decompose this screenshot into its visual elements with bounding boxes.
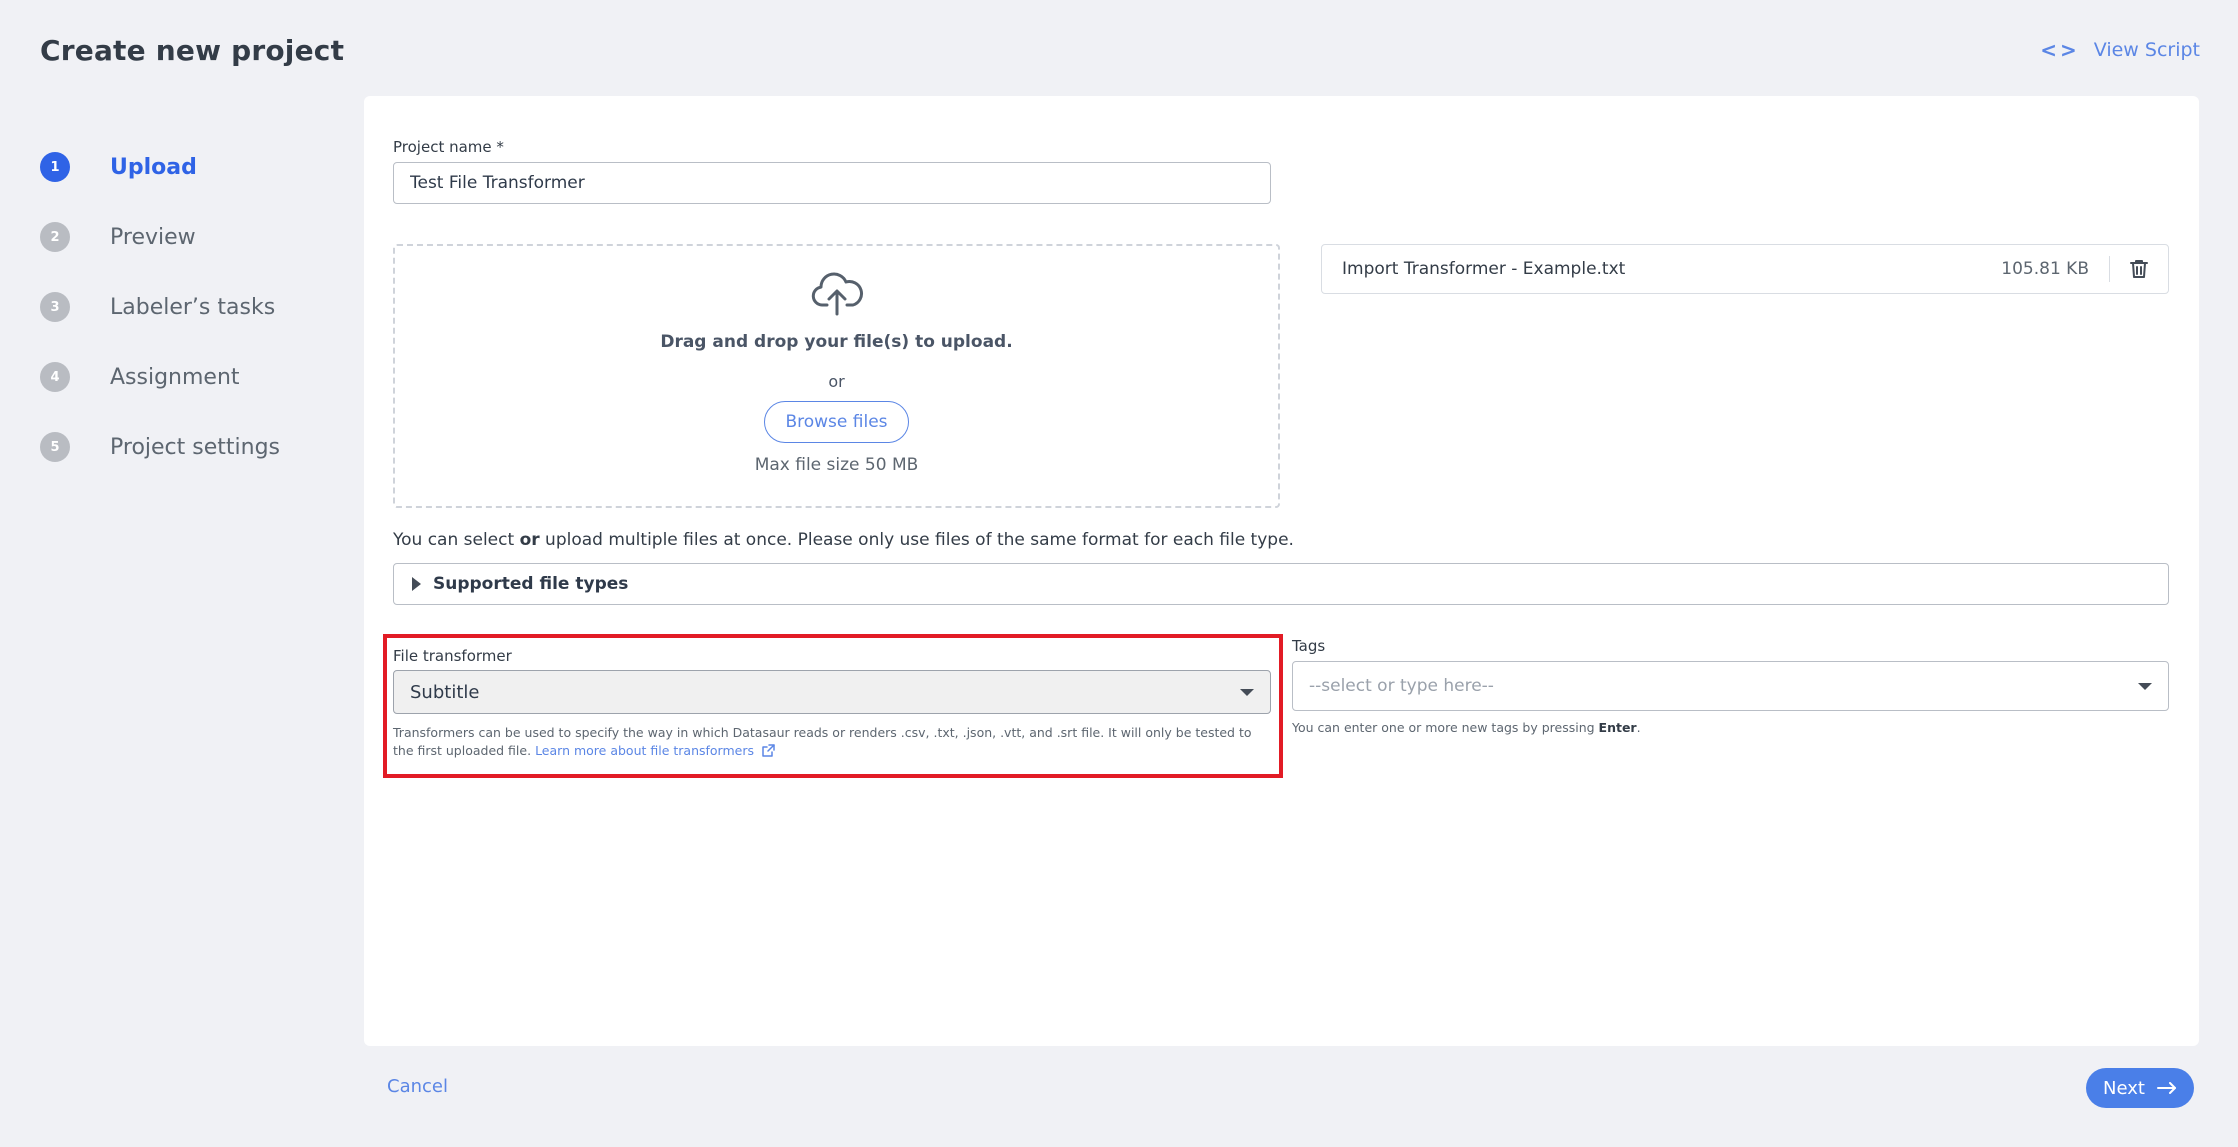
arrow-right-icon <box>2156 1082 2176 1094</box>
caret-down-icon <box>2138 682 2152 690</box>
step-upload[interactable]: 1 Upload <box>40 132 280 202</box>
supported-file-types-toggle[interactable]: Supported file types <box>393 563 2169 605</box>
page-title: Create new project <box>40 34 345 67</box>
tags-label: Tags <box>1292 637 1326 655</box>
trash-icon[interactable] <box>2130 259 2148 279</box>
view-script-label: View Script <box>2093 39 2200 61</box>
max-file-size: Max file size 50 MB <box>754 455 919 475</box>
file-transformer-help: Transformers can be used to specify the … <box>393 724 1271 762</box>
caret-down-icon <box>1240 688 1254 696</box>
learn-more-link[interactable]: Learn more about file transformers <box>535 743 775 758</box>
file-transformer-help-text: Transformers can be used to specify the … <box>393 725 1252 758</box>
code-icon: <> <box>2040 38 2080 62</box>
step-number: 2 <box>40 222 70 252</box>
divider <box>2109 256 2110 282</box>
file-dropzone[interactable]: Drag and drop your file(s) to upload. or… <box>393 244 1280 508</box>
upload-card: Project name * Drag and drop your file(s… <box>364 96 2199 1046</box>
step-label: Preview <box>110 224 196 250</box>
cloud-upload-icon <box>810 272 864 320</box>
step-label: Upload <box>110 154 197 180</box>
step-preview[interactable]: 2 Preview <box>40 202 280 272</box>
tags-placeholder: --select or type here-- <box>1309 676 1494 696</box>
external-link-icon <box>762 744 775 762</box>
dropzone-title: Drag and drop your file(s) to upload. <box>660 332 1013 352</box>
uploaded-file-item: Import Transformer - Example.txt 105.81 … <box>1321 244 2169 294</box>
step-label: Assignment <box>110 364 240 390</box>
step-label: Project settings <box>110 434 280 460</box>
file-name: Import Transformer - Example.txt <box>1342 259 1626 279</box>
step-number: 5 <box>40 432 70 462</box>
cancel-button[interactable]: Cancel <box>387 1076 448 1097</box>
file-size: 105.81 KB <box>2001 259 2089 279</box>
project-name-label: Project name * <box>393 138 504 156</box>
tags-select[interactable]: --select or type here-- <box>1292 661 2169 711</box>
view-script-link[interactable]: <> View Script <box>2040 38 2200 62</box>
file-transformer-label: File transformer <box>393 647 512 665</box>
step-label: Labeler’s tasks <box>110 294 276 320</box>
step-assignment[interactable]: 4 Assignment <box>40 342 280 412</box>
next-button[interactable]: Next <box>2086 1068 2194 1108</box>
step-number: 3 <box>40 292 70 322</box>
stepper: 1 Upload 2 Preview 3 Labeler’s tasks 4 A… <box>40 132 280 482</box>
supported-file-types-label: Supported file types <box>433 574 629 594</box>
step-number: 1 <box>40 152 70 182</box>
step-project-settings[interactable]: 5 Project settings <box>40 412 280 482</box>
caret-right-icon <box>412 577 421 591</box>
browse-files-button[interactable]: Browse files <box>764 401 909 443</box>
step-labelers-tasks[interactable]: 3 Labeler’s tasks <box>40 272 280 342</box>
step-number: 4 <box>40 362 70 392</box>
file-transformer-value: Subtitle <box>410 681 480 703</box>
next-label: Next <box>2103 1077 2145 1099</box>
project-name-input[interactable] <box>393 162 1271 204</box>
dropzone-or: or <box>828 372 845 391</box>
tags-help: You can enter one or more new tags by pr… <box>1292 720 1641 735</box>
file-transformer-select[interactable]: Subtitle <box>393 670 1271 714</box>
multi-file-note: You can select or upload multiple files … <box>393 530 1294 550</box>
